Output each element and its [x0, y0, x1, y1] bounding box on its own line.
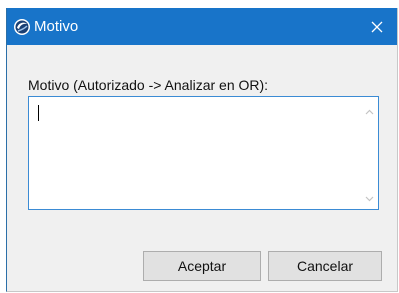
- cancel-button[interactable]: Cancelar: [268, 251, 382, 281]
- motivo-dialog: Motivo Motivo (Autorizado -> Analizar en…: [6, 8, 398, 292]
- vertical-scrollbar[interactable]: [361, 97, 378, 209]
- close-button[interactable]: [357, 8, 397, 45]
- app-logo-icon: [13, 18, 31, 36]
- dialog-title: Motivo: [34, 18, 79, 35]
- scroll-down-button[interactable]: [361, 189, 378, 206]
- motivo-text-area[interactable]: [28, 96, 379, 210]
- accept-button[interactable]: Aceptar: [143, 251, 261, 281]
- scroll-up-button[interactable]: [361, 102, 378, 119]
- chevron-up-icon: [365, 102, 374, 120]
- prompt-label: Motivo (Autorizado -> Analizar en OR):: [28, 77, 269, 93]
- title-bar[interactable]: Motivo: [7, 8, 397, 45]
- text-caret: [38, 105, 39, 121]
- background-strip: [0, 0, 399, 8]
- chevron-down-icon: [365, 189, 374, 207]
- close-icon: [371, 21, 383, 33]
